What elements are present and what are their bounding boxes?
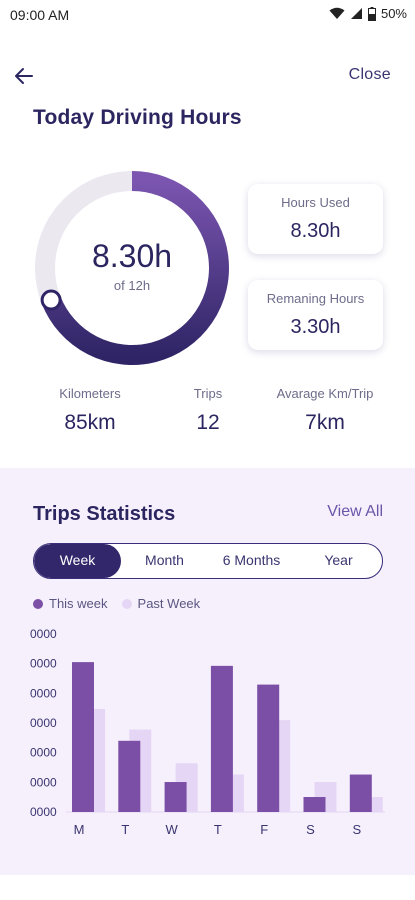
card-label: Hours Used xyxy=(281,195,350,210)
donut-subtitle: of 12h xyxy=(113,278,151,293)
stat-value: 7km xyxy=(305,411,345,434)
chart-legend: This week Past Week xyxy=(33,596,214,611)
bar-this-week xyxy=(118,740,141,812)
y-tick-label: 0000 xyxy=(30,627,57,641)
battery-level: 50% xyxy=(380,6,407,21)
y-tick-label: 0000 xyxy=(30,805,57,819)
stat-trips: Trips 12 xyxy=(178,386,238,435)
stat-label: Kilometers xyxy=(59,386,121,401)
stat-label: Avarage Km/Trip xyxy=(276,386,374,401)
y-tick-label: 0000 xyxy=(30,657,57,671)
legend-dot xyxy=(121,598,132,609)
stat-label: Trips xyxy=(193,386,223,401)
tab-month[interactable]: Month xyxy=(121,544,208,578)
legend-item-this-week: This week xyxy=(33,596,108,611)
status-time: 09:00 AM xyxy=(10,7,70,23)
status-icons: 50% xyxy=(329,6,407,21)
close-button[interactable]: Close xyxy=(349,66,391,84)
remaining-hours-card: Remaning Hours 3.30h xyxy=(248,280,383,350)
signal-icon xyxy=(350,8,362,19)
x-tick-label: F xyxy=(260,822,268,837)
page-title: Today Driving Hours xyxy=(33,106,242,129)
arrow-left-icon xyxy=(15,68,33,84)
legend-item-past-week: Past Week xyxy=(121,596,201,611)
hours-used-card: Hours Used 8.30h xyxy=(248,184,383,254)
bar-this-week xyxy=(164,782,187,812)
x-tick-label: S xyxy=(352,822,361,837)
tab-year[interactable]: Year xyxy=(295,544,382,578)
legend-dot xyxy=(33,598,43,609)
donut-knob xyxy=(40,289,62,311)
legend-label: Past Week xyxy=(137,596,201,611)
battery-icon xyxy=(367,6,376,21)
bar-this-week xyxy=(349,774,372,812)
tab-6-months[interactable]: 6 Months xyxy=(208,544,295,578)
trips-bar-chart: 0000 0000 0000 0000 0000 0000 0000 M T W T F S S xyxy=(30,627,385,837)
period-segmented-control: Week Month 6 Months Year xyxy=(33,543,383,579)
stat-value: 12 xyxy=(196,411,220,434)
status-bar: 09:00 AM 50% xyxy=(0,0,415,30)
x-tick-label: T xyxy=(121,822,129,837)
x-tick-label: W xyxy=(165,822,178,837)
bar-this-week xyxy=(303,797,326,812)
wifi-icon xyxy=(329,7,345,19)
stat-average-km-trip: Avarage Km/Trip 7km xyxy=(265,386,385,435)
legend-label: This week xyxy=(49,596,108,611)
section-title: Trips Statistics xyxy=(33,503,176,525)
x-tick-label: T xyxy=(214,822,222,837)
stat-kilometers: Kilometers 85km xyxy=(40,386,140,435)
donut-value: 8.30h xyxy=(91,238,173,274)
bar-this-week xyxy=(257,684,280,812)
bar-this-week xyxy=(72,662,94,812)
x-tick-label: M xyxy=(74,822,85,837)
x-tick-label: S xyxy=(306,822,315,837)
y-tick-label: 0000 xyxy=(30,716,57,730)
card-value: 3.30h xyxy=(290,316,341,338)
y-tick-label: 0000 xyxy=(30,686,57,700)
tab-week[interactable]: Week xyxy=(34,544,121,578)
bar-this-week xyxy=(210,665,233,812)
stat-value: 85km xyxy=(64,411,116,434)
view-all-link[interactable]: View All xyxy=(327,503,383,521)
card-label: Remaning Hours xyxy=(266,291,365,306)
y-tick-label: 0000 xyxy=(30,746,57,760)
y-tick-label: 0000 xyxy=(30,775,57,789)
back-button[interactable] xyxy=(12,64,36,88)
card-value: 8.30h xyxy=(290,220,341,242)
